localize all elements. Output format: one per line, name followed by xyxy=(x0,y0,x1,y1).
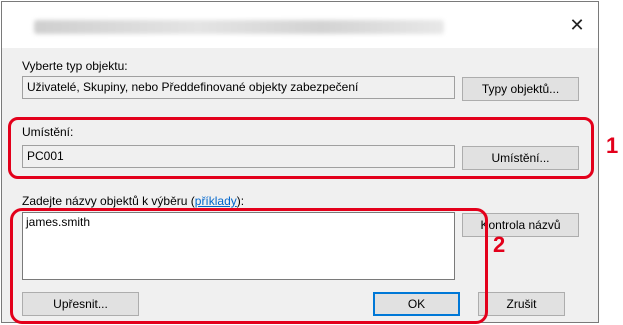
object-types-button[interactable]: Typy objektů... xyxy=(462,77,579,101)
object-type-label: Vyberte typ objektu: xyxy=(22,59,128,73)
dialog-title-blurred xyxy=(34,20,444,34)
enter-names-label-text: Zadejte názvy objektů k výběru ( xyxy=(22,194,195,208)
callout-number-2: 2 xyxy=(493,232,506,257)
examples-link[interactable]: příklady xyxy=(195,194,237,208)
callout-frame-location xyxy=(8,117,594,179)
title-bar: ✕ xyxy=(2,2,598,48)
enter-names-label-suffix: ): xyxy=(236,194,245,208)
close-icon[interactable]: ✕ xyxy=(564,14,590,36)
object-type-field: Uživatelé, Skupiny, nebo Předdefinované … xyxy=(22,76,455,99)
enter-names-label: Zadejte názvy objektů k výběru (příklady… xyxy=(22,194,244,208)
object-types-button-label: Typy objektů... xyxy=(481,82,560,96)
cancel-button-label: Zrušit xyxy=(506,297,537,311)
callout-number-1: 1 xyxy=(606,133,619,158)
callout-frame-names xyxy=(10,208,488,324)
cancel-button[interactable]: Zrušit xyxy=(478,292,565,316)
